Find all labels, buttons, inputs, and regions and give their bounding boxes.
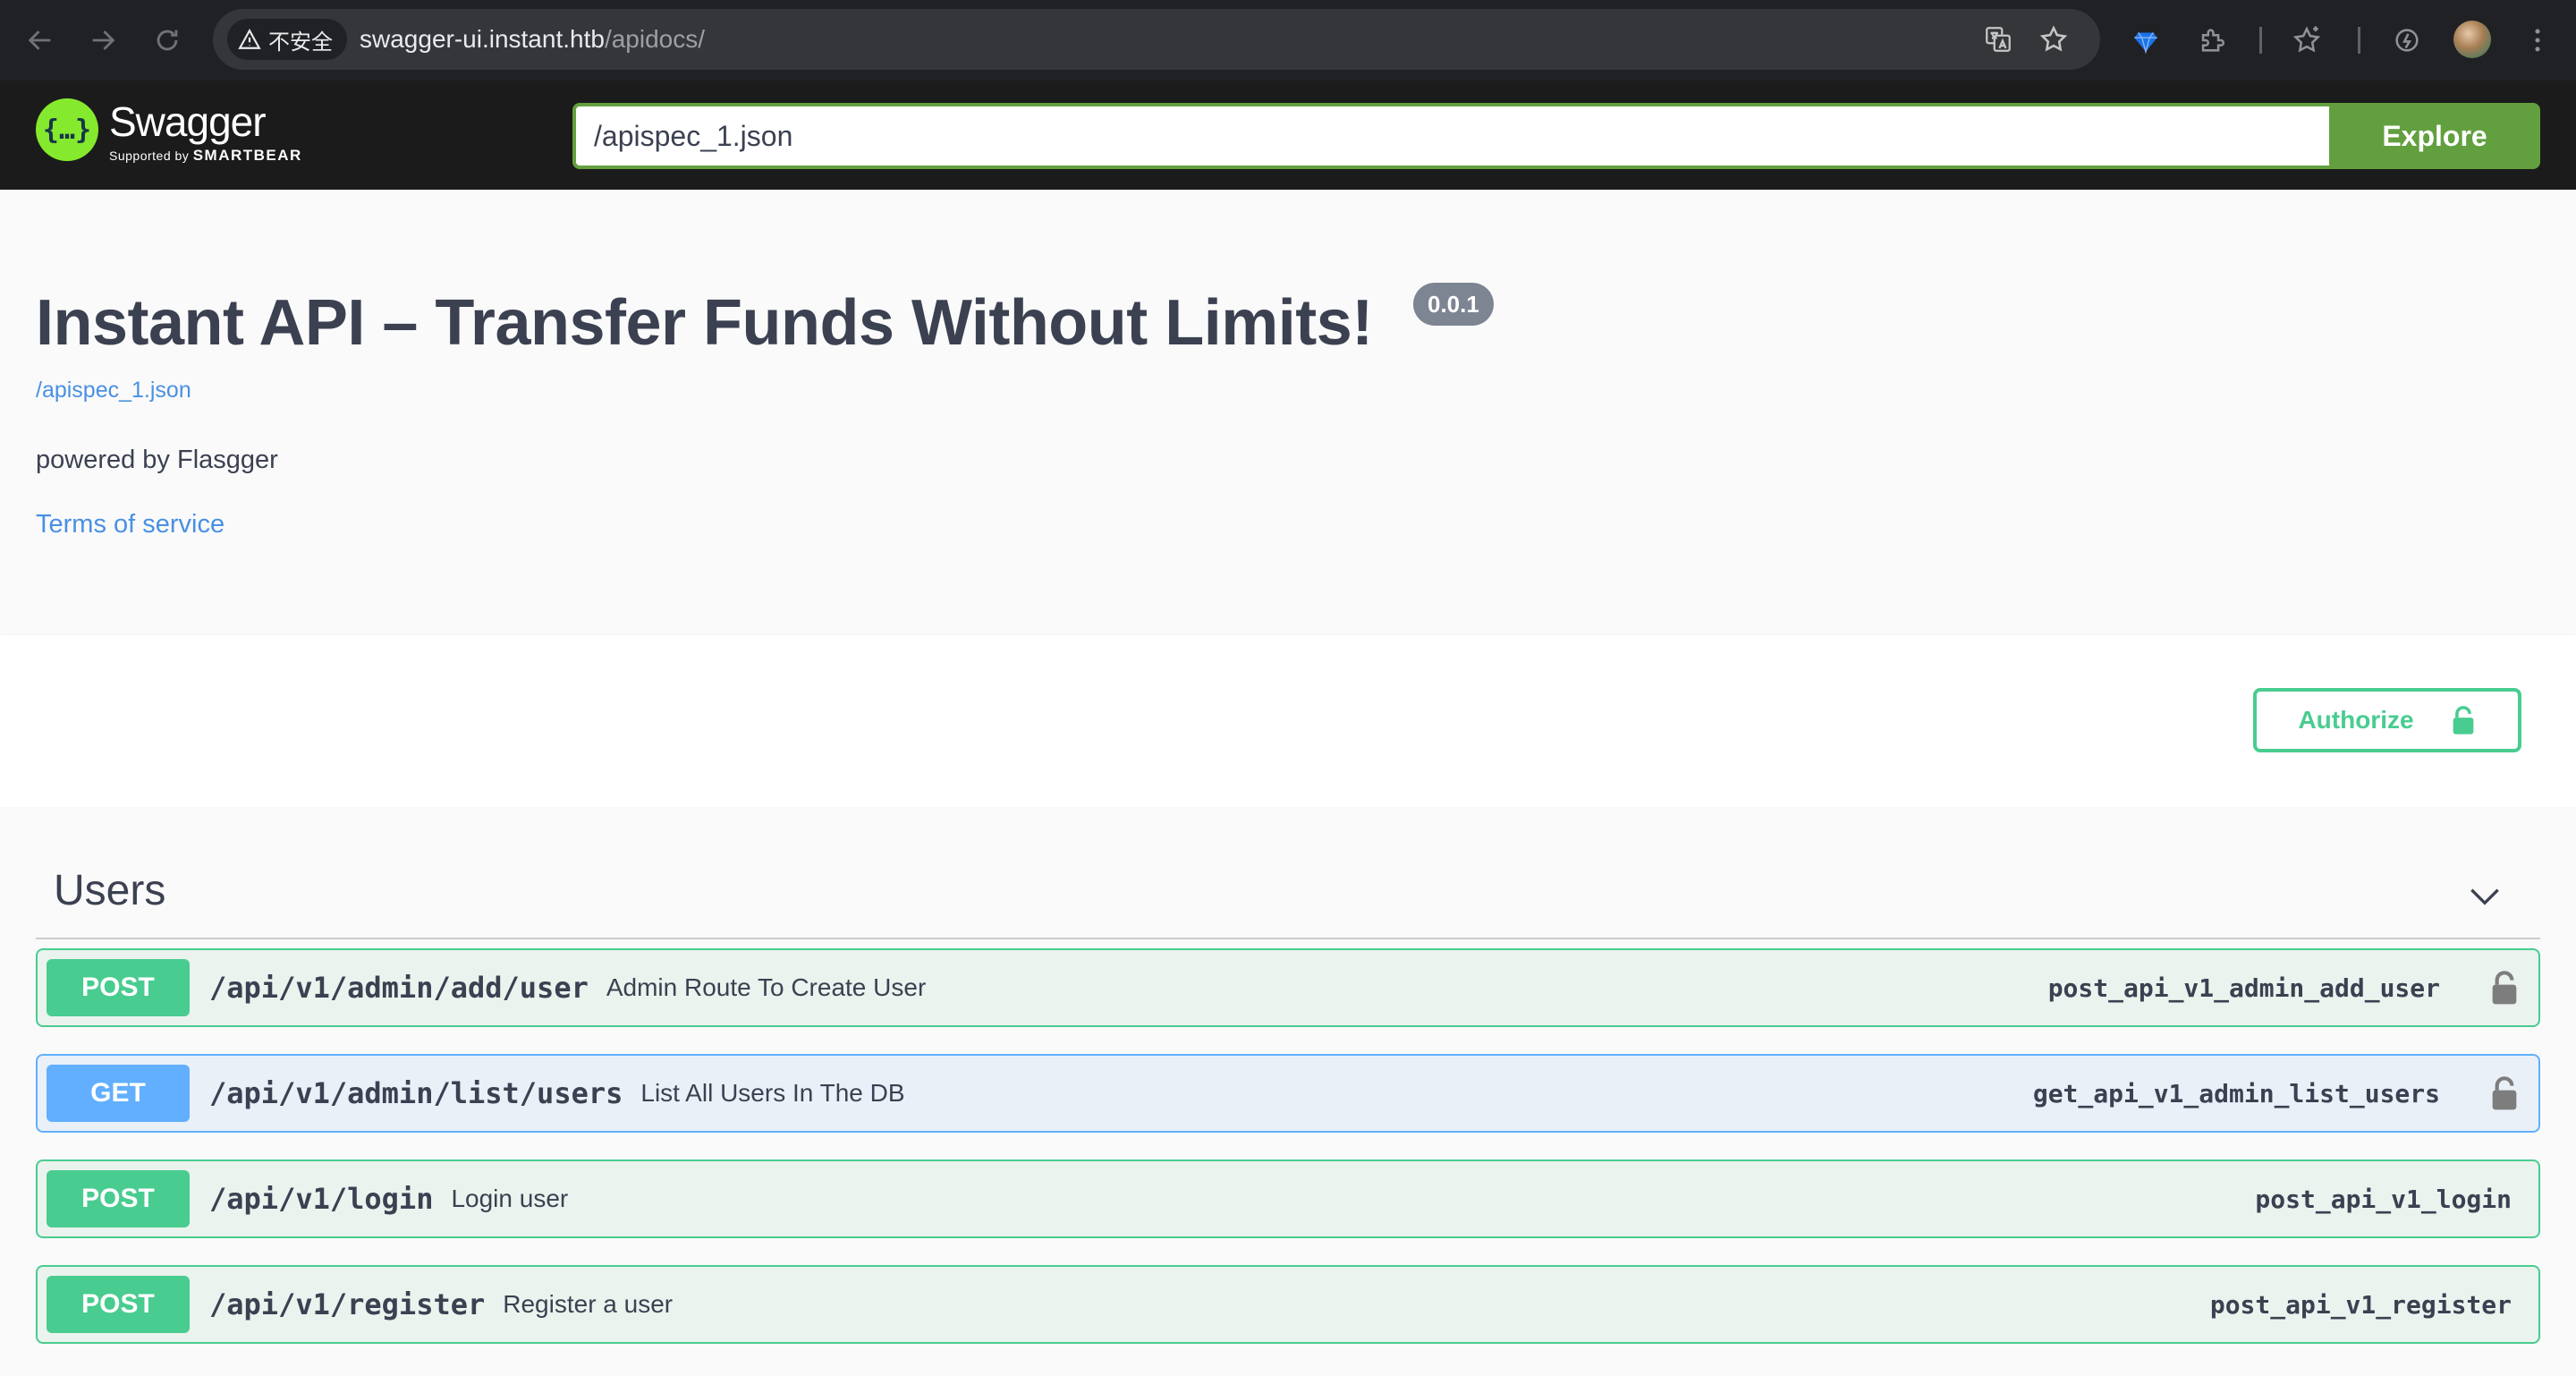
profile-avatar[interactable] <box>2453 21 2491 58</box>
unlocked-icon[interactable] <box>2488 1075 2521 1111</box>
swagger-logo[interactable]: {…} Swagger Supported by SMARTBEAR <box>36 98 302 170</box>
method-badge: POST <box>47 1170 190 1227</box>
toolbar-divider <box>2358 27 2360 54</box>
security-label: 不安全 <box>268 30 333 55</box>
tag-section-header[interactable]: Users <box>36 861 2540 939</box>
url-host: swagger-ui.instant.htb <box>360 25 605 53</box>
extensions-puzzle-icon[interactable] <box>2191 20 2233 61</box>
operation-id: post_api_v1_login <box>2255 1184 2512 1214</box>
operation-path: /api/v1/admin/list/users <box>209 1076 623 1110</box>
method-badge: GET <box>47 1065 190 1122</box>
api-description: powered by Flasgger <box>36 446 278 474</box>
operation-id: post_api_v1_admin_add_user <box>2047 973 2440 1003</box>
spec-url-input[interactable] <box>572 103 2329 169</box>
method-badge: POST <box>47 959 190 1016</box>
translate-icon[interactable] <box>1980 21 2016 57</box>
warning-icon <box>238 29 261 49</box>
swagger-braces-icon: {…} <box>36 98 98 161</box>
page-title: Instant API – Transfer Funds Without Lim… <box>36 287 1373 359</box>
operation-row[interactable]: POST /api/v1/admin/add/user Admin Route … <box>36 948 2540 1027</box>
operation-path: /api/v1/login <box>209 1182 434 1216</box>
url-text[interactable]: swagger-ui.instant.htb/apidocs/ <box>360 9 705 70</box>
forward-arrow-icon[interactable] <box>82 20 123 61</box>
operation-row[interactable]: POST /api/v1/login Login user post_api_v… <box>36 1159 2540 1238</box>
browser-toolbar: 不安全 swagger-ui.instant.htb/apidocs/ <box>0 0 2576 81</box>
explore-button[interactable]: Explore <box>2329 103 2540 169</box>
more-menu-icon[interactable] <box>2517 20 2558 61</box>
unlocked-icon[interactable] <box>2488 970 2521 1006</box>
chevron-down-icon[interactable] <box>2465 877 2504 916</box>
extension-gem-icon[interactable] <box>2125 20 2166 61</box>
version-badge: 0.0.1 <box>1413 283 1494 326</box>
authorize-label: Authorize <box>2298 706 2414 734</box>
reading-list-star-icon[interactable] <box>2286 20 2327 61</box>
tag-name: Users <box>54 867 166 914</box>
logo-tagline: Supported by SMARTBEAR <box>109 147 302 165</box>
operation-row[interactable]: POST /api/v1/register Register a user po… <box>36 1265 2540 1344</box>
bookmark-star-icon[interactable] <box>2036 21 2072 57</box>
address-bar[interactable]: 不安全 swagger-ui.instant.htb/apidocs/ <box>213 9 2100 70</box>
operation-id: get_api_v1_admin_list_users <box>2032 1078 2440 1108</box>
reload-icon[interactable] <box>147 20 188 61</box>
logo-name: Swagger <box>109 98 267 145</box>
swagger-topbar: {…} Swagger Supported by SMARTBEAR Explo… <box>0 81 2576 190</box>
scheme-container: Authorize <box>0 635 2576 807</box>
logo-supported: Supported by <box>109 149 190 163</box>
back-arrow-icon[interactable] <box>20 20 61 61</box>
operation-id: post_api_v1_register <box>2209 1289 2512 1320</box>
operation-summary: Register a user <box>503 1290 674 1318</box>
unlocked-icon <box>2453 706 2473 735</box>
operation-summary: Admin Route To Create User <box>606 973 927 1001</box>
logo-brand: SMARTBEAR <box>192 147 302 164</box>
authorize-button[interactable]: Authorize <box>2253 688 2521 752</box>
method-badge: POST <box>47 1276 190 1333</box>
operation-summary: List All Users In The DB <box>640 1079 905 1107</box>
url-path: /apidocs/ <box>604 25 706 53</box>
operation-summary: Login user <box>451 1185 569 1212</box>
operation-row[interactable]: GET /api/v1/admin/list/users List All Us… <box>36 1054 2540 1133</box>
spec-link[interactable]: /apispec_1.json <box>36 378 191 403</box>
api-info: Instant API – Transfer Funds Without Lim… <box>0 190 2576 635</box>
operation-path: /api/v1/register <box>209 1287 486 1321</box>
operation-path: /api/v1/admin/add/user <box>209 971 589 1005</box>
toolbar-divider <box>2259 27 2262 54</box>
performance-icon[interactable] <box>2386 20 2428 61</box>
security-indicator[interactable]: 不安全 <box>227 19 347 60</box>
terms-of-service-link[interactable]: Terms of service <box>36 510 225 539</box>
operations-section: Users POST /api/v1/admin/add/user Admin … <box>0 807 2576 1376</box>
